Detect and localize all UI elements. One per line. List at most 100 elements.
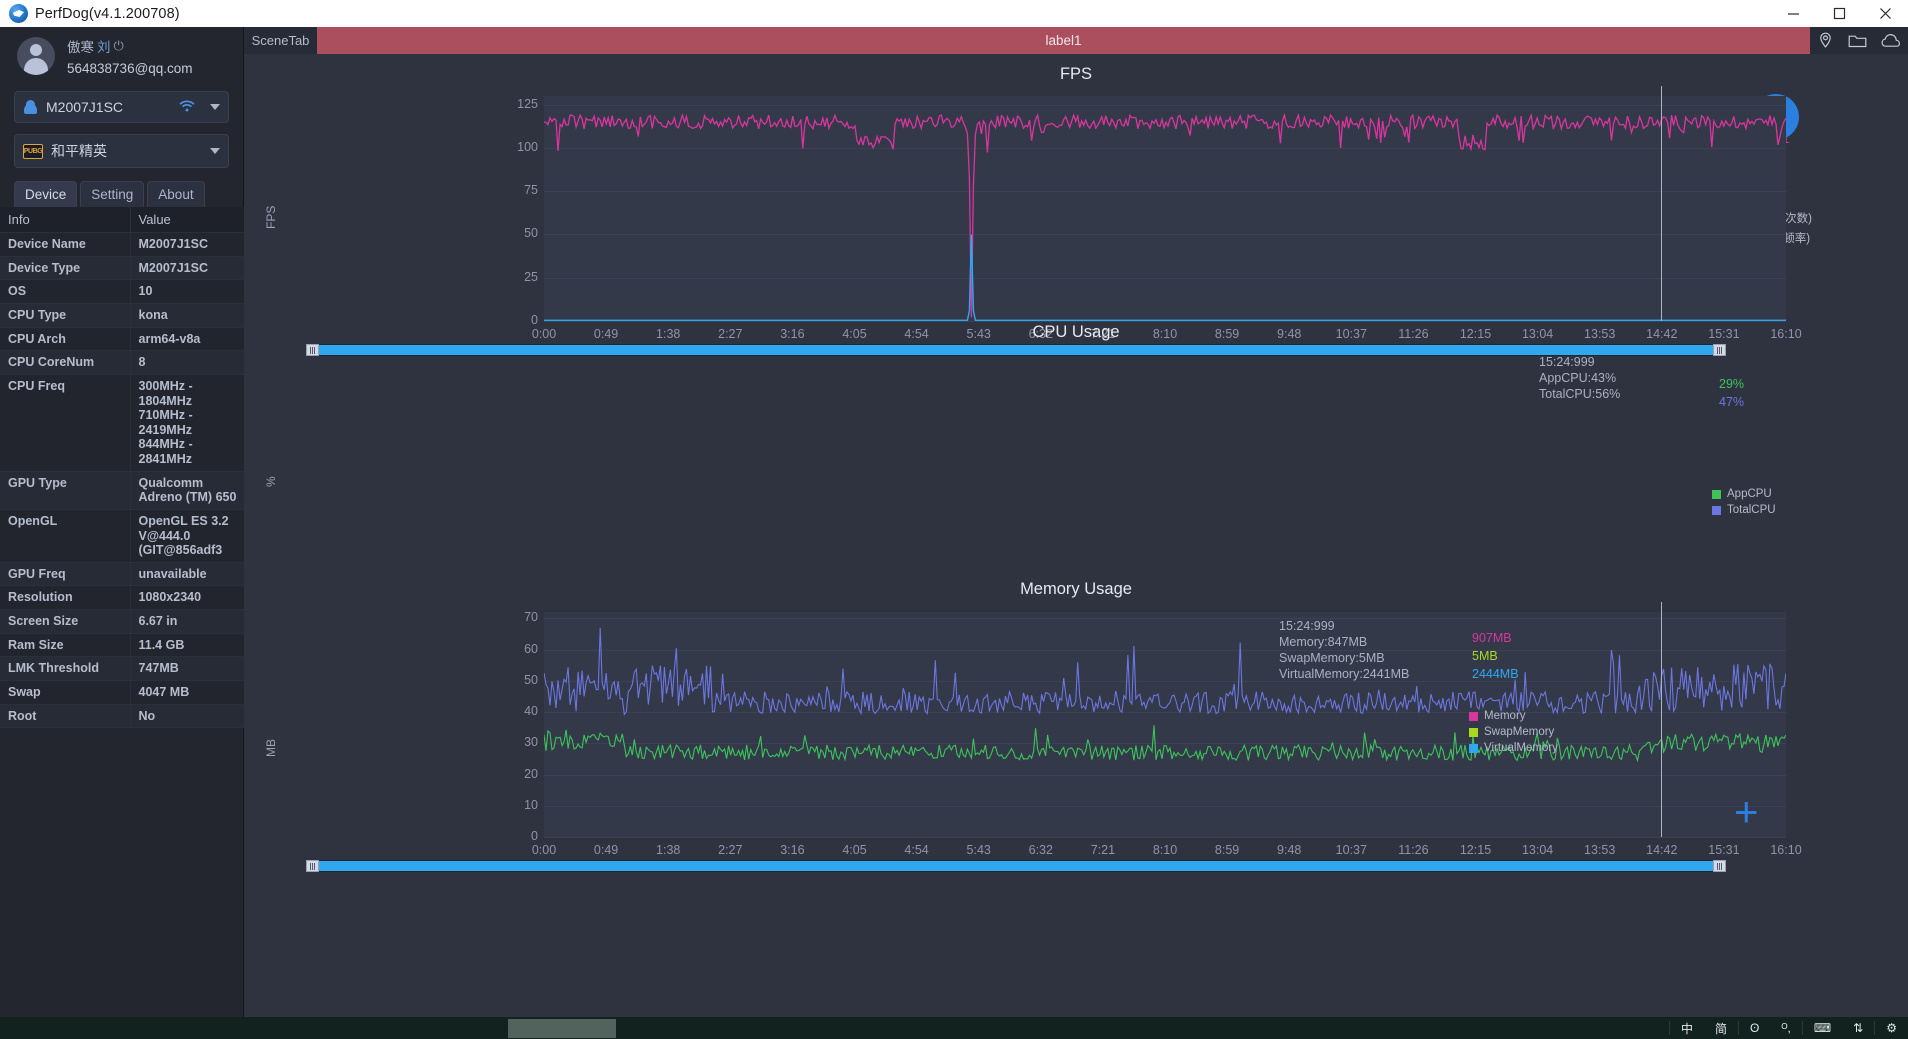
end-value-appcpu: 29%	[1719, 377, 1745, 391]
sidebar: 傲寒 刘 ⏻ 564838736@qq.com M2007J1SC PUBG 和…	[0, 27, 244, 1017]
table-cell-value: No	[130, 704, 244, 729]
table-cell-key: OS	[0, 279, 131, 305]
legend-swatch	[1712, 489, 1721, 499]
table-row[interactable]: CPU CoreNum 8	[0, 350, 244, 375]
chevron-down-icon[interactable]	[210, 148, 220, 154]
android-icon	[23, 99, 38, 115]
table-row[interactable]: OS 10	[0, 279, 244, 305]
table-cell-key: CPU CoreNum	[0, 350, 131, 375]
legend-item[interactable]: SwapMemory	[1469, 726, 1558, 738]
window-title-bar: PerfDog(v4.1.200708)	[0, 0, 1908, 27]
table-row[interactable]: Swap 4047 MB	[0, 680, 244, 705]
table-cell-value: 747MB	[130, 656, 244, 681]
device-selector-value: M2007J1SC	[46, 99, 124, 115]
app-selector[interactable]: PUBG 和平精英	[14, 134, 229, 168]
table-row[interactable]: Device Name M2007J1SC	[0, 232, 244, 257]
tray-item-5[interactable]: ⇅	[1842, 1017, 1874, 1039]
table-row[interactable]: Root No	[0, 704, 244, 729]
table-cell-value: 8	[130, 350, 244, 375]
chart-title-fps: FPS	[1059, 65, 1093, 83]
legend-item[interactable]: AppCPU	[1712, 488, 1776, 500]
table-cell-value: 1080x2340	[130, 585, 244, 611]
chart-cpu: CPU Usage % 15:24:999 AppCPU:43% TotalCP…	[244, 312, 1908, 872]
taskbar-tray: 中简 ʘ ᴼ, ⌨ ⇅ ⚙	[1668, 1017, 1908, 1039]
table-cell-key: GPU Type	[0, 471, 131, 510]
table-row[interactable]: Screen Size 6.67 in	[0, 609, 244, 634]
table-row[interactable]: LMK Threshold 747MB	[0, 656, 244, 681]
table-row[interactable]: GPU Type Qualcomm Adreno (TM) 650	[0, 471, 244, 510]
table-row[interactable]: CPU Freq 300MHz - 1804MHz 710MHz - 2419MHz…	[0, 374, 244, 472]
legend-label: Memory	[1484, 710, 1526, 722]
legend-swatch	[1469, 711, 1478, 721]
table-cell-key: Swap	[0, 680, 131, 705]
tab-device[interactable]: Device	[14, 181, 78, 207]
sidebar-tabs: Device Setting About	[14, 181, 243, 207]
legend-item[interactable]: Memory	[1469, 710, 1558, 722]
legend-swatch	[1712, 505, 1721, 515]
y-axis-label-fps: FPS	[264, 205, 278, 229]
table-cell-key: Screen Size	[0, 609, 131, 634]
add-chart-button[interactable]: +	[1734, 791, 1759, 833]
legend-label: VirtualMemory	[1484, 742, 1558, 754]
table-cell-value: OpenGL ES 3.2 V@444.0 (GIT@856adf3	[130, 509, 244, 563]
table-header-info: Info	[0, 207, 131, 234]
y-axis-label-cpu: %	[264, 476, 278, 487]
device-selector[interactable]: M2007J1SC	[14, 91, 229, 123]
logout-power-icon[interactable]: ⏻	[114, 38, 124, 54]
y-axis-tick: 50	[524, 226, 538, 241]
table-cell-value: 300MHz - 1804MHz 710MHz - 2419MHz 844MHz -…	[130, 374, 244, 472]
chevron-down-icon[interactable]	[210, 104, 220, 110]
table-row[interactable]: Device Type M2007J1SC	[0, 256, 244, 281]
tooltip-memory: 15:24:999 Memory:847MB SwapMemory:5MB Vi…	[1279, 619, 1410, 681]
minimize-icon[interactable]	[1770, 0, 1816, 27]
y-axis-label-memory: MB	[264, 739, 278, 757]
app-selector-value: 和平精英	[51, 143, 107, 159]
legend-label: TotalCPU	[1727, 504, 1776, 516]
scene-tab[interactable]: SceneTab	[244, 27, 317, 54]
y-axis-tick: 75	[524, 183, 538, 198]
tray-item-3[interactable]: ᴼ,	[1770, 1017, 1801, 1039]
table-row[interactable]: GPU Freq unavailable	[0, 562, 244, 587]
cursor-line[interactable]	[1661, 86, 1662, 321]
close-icon[interactable]	[1862, 0, 1908, 27]
location-pin-icon[interactable]	[1817, 32, 1834, 49]
tray-item-2[interactable]: ʘ	[1739, 1017, 1770, 1039]
table-cell-value: 11.4 GB	[130, 633, 244, 658]
table-row[interactable]: Ram Size 11.4 GB	[0, 633, 244, 658]
table-cell-key: CPU Arch	[0, 327, 131, 352]
table-row[interactable]: Resolution 1080x2340	[0, 585, 244, 611]
user-email: 564838736@qq.com	[67, 60, 193, 76]
legend-cpu: AppCPU TotalCPU	[1712, 488, 1776, 520]
legend-item[interactable]: TotalCPU	[1712, 504, 1776, 516]
taskbar-app-item[interactable]	[508, 1019, 616, 1038]
tray-item-1[interactable]: 简	[1704, 1017, 1738, 1039]
tray-item-4[interactable]: ⌨	[1803, 1017, 1842, 1039]
tray-item-0[interactable]: 中	[1670, 1017, 1704, 1039]
y-axis-tick: 100	[517, 139, 538, 154]
table-cell-key: GPU Freq	[0, 562, 131, 587]
legend-swatch	[1469, 727, 1478, 737]
legend-label: AppCPU	[1727, 488, 1772, 500]
scene-bar: SceneTab label1	[244, 27, 1908, 54]
series-paths	[544, 112, 1786, 321]
table-cell-key: LMK Threshold	[0, 656, 131, 681]
cloud-icon[interactable]	[1881, 33, 1901, 48]
user-profile: 傲寒 刘 ⏻ 564838736@qq.com	[0, 27, 243, 84]
table-cell-key: Device Name	[0, 232, 131, 257]
table-cell-key: CPU Type	[0, 303, 131, 328]
legend-item[interactable]: VirtualMemory	[1469, 742, 1558, 754]
tab-setting[interactable]: Setting	[80, 181, 145, 207]
perfdog-logo-icon	[9, 4, 28, 23]
charts-area: FPS FPS 15:24:999 FPS:115 Jank:0 BigJank…	[244, 54, 1908, 1017]
scene-label[interactable]: label1	[317, 27, 1810, 54]
chart-memory: Memory Usage MB 15:24:999 Memory:847MB S…	[244, 569, 1908, 869]
tray-item-6[interactable]: ⚙	[1875, 1017, 1908, 1039]
folder-icon[interactable]	[1848, 33, 1867, 49]
table-row[interactable]: OpenGL OpenGL ES 3.2 V@444.0 (GIT@856adf3	[0, 509, 244, 563]
maximize-icon[interactable]	[1816, 0, 1862, 27]
table-row[interactable]: CPU Arch arm64-v8a	[0, 327, 244, 352]
tab-about[interactable]: About	[147, 181, 205, 207]
table-cell-value: M2007J1SC	[130, 256, 244, 281]
table-row[interactable]: CPU Type kona	[0, 303, 244, 328]
device-info-table: Info Value Device Name M2007J1SC Device Type…	[0, 207, 244, 729]
